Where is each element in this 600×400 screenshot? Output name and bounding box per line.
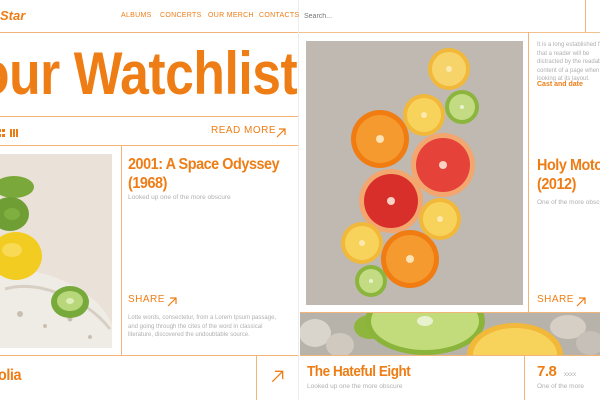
card-1-title-wrap: 2001: A Space Odyssey (1968) [128,155,298,193]
list-view-icon[interactable] [10,125,20,137]
hero-title-wrap: our Watchlist [0,42,318,110]
search-input[interactable] [304,8,524,24]
hero-divider-bottom [0,145,298,146]
read-more-link[interactable]: READ MORE [211,125,276,136]
card-1-title-line2: (1968) [128,175,167,192]
nav-albums[interactable]: ALBUMS [121,12,152,19]
logo[interactable]: Star [0,8,25,23]
nav-contacts[interactable]: CONTACTS [259,12,299,19]
card-2-title-wrap: Holy Motors (2012) [537,156,600,194]
hateful-eight-subtitle: Looked up one the more obscure [307,383,403,390]
bottom-divider-left [0,355,298,356]
card-2-subtitle: One of the more obscure [537,199,600,206]
citrus-slices-image [306,41,523,305]
hateful-eight-title[interactable]: The Hateful Eight [307,363,411,380]
right-header-divider [300,32,600,33]
card-2-title-line2: (2012) [537,176,576,193]
card-2-share-button[interactable]: SHARE [537,294,574,305]
rating-divider [524,355,525,400]
card-2-intro: It is a long established fact that a rea… [537,42,600,82]
nav-our-merch[interactable]: OUR MERCH [208,12,254,19]
arrow-up-right-icon[interactable] [576,294,586,312]
card-1-title-line1[interactable]: 2001: A Space Odyssey [128,155,281,174]
arrow-up-right-icon[interactable] [271,370,284,388]
hero-divider-top [0,116,298,117]
bottom-arrow-divider [256,355,257,400]
rating-value: 7.8 [537,363,557,380]
card-column-divider [121,145,122,355]
bottom-left-title[interactable]: olia [0,367,21,385]
header-right-divider [585,0,586,32]
citrus-strip-image [300,313,600,355]
rating-suffix: xxxx [564,372,576,378]
hero-title: our Watchlist [0,40,298,107]
nav-concerts[interactable]: CONCERTS [160,12,202,19]
card-1-subtitle: Looked up one of the more obscure [128,194,231,201]
lemon-still-life-image [0,154,112,348]
arrow-up-right-icon[interactable] [167,294,177,312]
rating-subtitle: One of the more [537,383,584,390]
right-column-divider [528,32,529,312]
grid-view-icon[interactable] [0,125,6,137]
arrow-up-right-icon[interactable] [276,125,286,143]
card-1-share-button[interactable]: SHARE [128,294,165,305]
card-1-body: Lotte words, consectetur, from a Lorem I… [128,315,277,338]
card-2-title-line1[interactable]: Holy Motors [537,156,600,175]
card-2-cast-link[interactable]: Cast and date [537,81,583,88]
right-bottom-divider [300,355,600,356]
